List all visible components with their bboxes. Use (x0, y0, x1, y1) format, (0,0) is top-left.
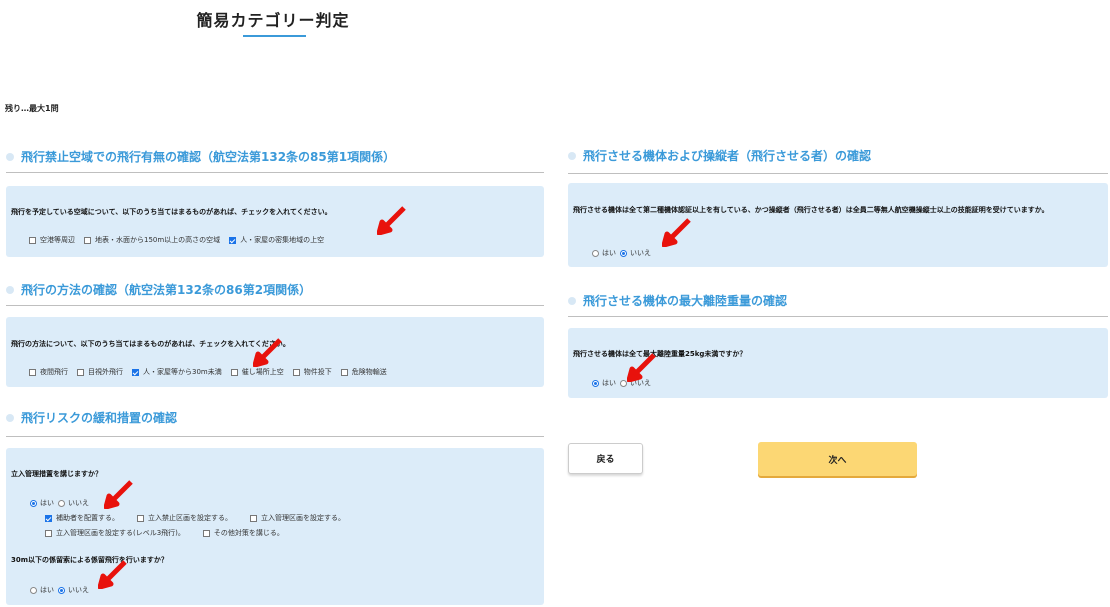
checkbox[interactable] (250, 514, 257, 522)
option-150m-altitude[interactable]: 地表・水面から150m以上の高さの空域 (84, 235, 220, 245)
option-dropping-objects[interactable]: 物件投下 (292, 367, 332, 377)
measure-group-row1: 補助者を配置する。 立入禁止区画を設定する。 立入管理区画を設定する。 (45, 513, 354, 523)
question-box-method: 飛行の方法について、以下のうち当てはまるものがあれば、チェックを入れてください。… (6, 317, 544, 387)
section-heading-label: 飛行リスクの緩和措置の確認 (21, 411, 178, 425)
radio-group-weight: はい いいえ (592, 378, 660, 388)
checkbox-checked[interactable] (132, 368, 139, 376)
checkbox-checked[interactable] (45, 514, 52, 522)
title-underline (243, 35, 306, 37)
radio[interactable] (58, 499, 65, 507)
section-divider (568, 173, 1108, 174)
radio-group-aircraft: はい いいえ (592, 248, 660, 258)
checkbox[interactable] (84, 236, 91, 244)
option-bvlos[interactable]: 目視外飛行 (77, 367, 123, 377)
measure-group-row2: 立入管理区画を設定する(レベル3飛行)。 その他対策を講じる。 (45, 528, 293, 538)
back-button[interactable]: 戻る (568, 443, 643, 474)
option-night-flight[interactable]: 夜間飛行 (29, 367, 68, 377)
section-heading-label: 飛行させる機体の最大離陸重量の確認 (583, 294, 788, 308)
option-assistant[interactable]: 補助者を配置する。 (45, 513, 119, 523)
checkbox[interactable] (29, 368, 36, 376)
checkbox[interactable] (29, 236, 36, 244)
radio[interactable] (30, 586, 37, 594)
section-heading-airspace: 飛行禁止空域での飛行有無の確認（航空法第132条の85第1項関係） (6, 148, 395, 165)
section-heading-weight: 飛行させる機体の最大離陸重量の確認 (568, 292, 787, 309)
option-hazmat[interactable]: 危険物輸送 (340, 367, 387, 377)
radio-group-tethered: はい いいえ (30, 585, 98, 595)
radio-selected[interactable] (58, 586, 65, 594)
option-event-site[interactable]: 催し場所上空 (230, 367, 284, 377)
question-text: 飛行を予定している空域について、以下のうち当てはまるものがあれば、チェックを入れ… (11, 208, 332, 216)
section-divider (568, 316, 1108, 317)
bullet-dot-icon (6, 152, 14, 161)
question-box-airspace: 飛行を予定している空域について、以下のうち当てはまるものがあれば、チェックを入れ… (6, 186, 544, 257)
option-group-method: 夜間飛行 目視外飛行 人・家屋等から30m未満 催し場所上空 物件投下 危険物輸… (29, 367, 396, 377)
section-heading-aircraft: 飛行させる機体および操縦者（飛行させる者）の確認 (568, 147, 871, 164)
radio-yes[interactable]: はい (592, 248, 616, 258)
bullet-dot-icon (6, 413, 14, 422)
checkbox[interactable] (292, 368, 300, 376)
section-heading-label: 飛行の方法の確認（航空法第132条の86第2項関係） (21, 283, 312, 297)
radio-selected[interactable] (592, 379, 599, 387)
radio-no[interactable]: いいえ (58, 498, 89, 508)
section-heading-label: 飛行させる機体および操縦者（飛行させる者）の確認 (583, 149, 872, 163)
option-within-30m[interactable]: 人・家屋等から30m未満 (132, 367, 222, 377)
radio[interactable] (620, 379, 627, 387)
section-heading-risk: 飛行リスクの緩和措置の確認 (6, 409, 177, 426)
option-dense-area[interactable]: 人・家屋の密集地域の上空 (229, 235, 324, 245)
next-button[interactable]: 次へ (758, 442, 917, 476)
option-group-airspace: 空港等周辺 地表・水面から150m以上の高さの空域 人・家屋の密集地域の上空 (29, 235, 333, 245)
radio-group-access-control: はい いいえ (30, 498, 98, 508)
bullet-dot-icon (568, 151, 576, 160)
radio-yes[interactable]: はい (30, 585, 54, 595)
bullet-dot-icon (6, 285, 14, 294)
option-no-entry-zone[interactable]: 立入禁止区画を設定する。 (137, 513, 232, 523)
radio[interactable] (592, 249, 599, 257)
radio-yes[interactable]: はい (592, 378, 616, 388)
bullet-dot-icon (568, 296, 576, 305)
radio-selected[interactable] (30, 499, 37, 507)
remaining-questions: 残り…最大1問 (5, 104, 59, 113)
option-managed-zone[interactable]: 立入管理区画を設定する。 (250, 513, 345, 523)
option-other-measures[interactable]: その他対策を講じる。 (202, 528, 284, 538)
question-text: 飛行させる機体は全て第二種機体認証以上を有している、かつ操縦者（飛行させる者）は… (573, 206, 1049, 214)
question-box-aircraft: 飛行させる機体は全て第二種機体認証以上を有している、かつ操縦者（飛行させる者）は… (568, 183, 1108, 267)
question-text: 飛行させる機体は全て最大離陸重量25kg未満ですか？ (573, 350, 747, 358)
checkbox-checked[interactable] (229, 236, 237, 244)
page-title: 簡易カテゴリー判定 (196, 11, 350, 30)
question-box-weight: 飛行させる機体は全て最大離陸重量25kg未満ですか？ はい いいえ (568, 328, 1108, 398)
question-text: 立入管理措置を講じますか？ (11, 470, 102, 478)
question-text: 30m以下の係留索による係留飛行を行いますか？ (11, 556, 168, 564)
checkbox[interactable] (230, 368, 238, 376)
checkbox[interactable] (202, 529, 210, 537)
radio-selected[interactable] (620, 249, 627, 257)
checkbox[interactable] (45, 529, 52, 537)
radio-yes[interactable]: はい (30, 498, 54, 508)
radio-no[interactable]: いいえ (58, 585, 89, 595)
radio-no[interactable]: いいえ (620, 378, 651, 388)
section-divider (6, 436, 544, 437)
checkbox[interactable] (77, 368, 84, 376)
checkbox[interactable] (137, 514, 144, 522)
section-heading-method: 飛行の方法の確認（航空法第132条の86第2項関係） (6, 281, 311, 298)
question-text: 飛行の方法について、以下のうち当てはまるものがあれば、チェックを入れてください。 (11, 340, 290, 348)
radio-no[interactable]: いいえ (620, 248, 651, 258)
question-box-risk: 立入管理措置を講じますか？ はい いいえ 補助者を配置する。 立入禁止区画を設定… (6, 448, 544, 605)
checkbox[interactable] (340, 368, 348, 376)
option-airport-vicinity[interactable]: 空港等周辺 (29, 235, 75, 245)
section-heading-label: 飛行禁止空域での飛行有無の確認（航空法第132条の85第1項関係） (21, 150, 396, 164)
option-managed-zone-level3[interactable]: 立入管理区画を設定する(レベル3飛行)。 (45, 528, 185, 538)
section-divider (6, 305, 544, 306)
section-divider (6, 172, 544, 173)
